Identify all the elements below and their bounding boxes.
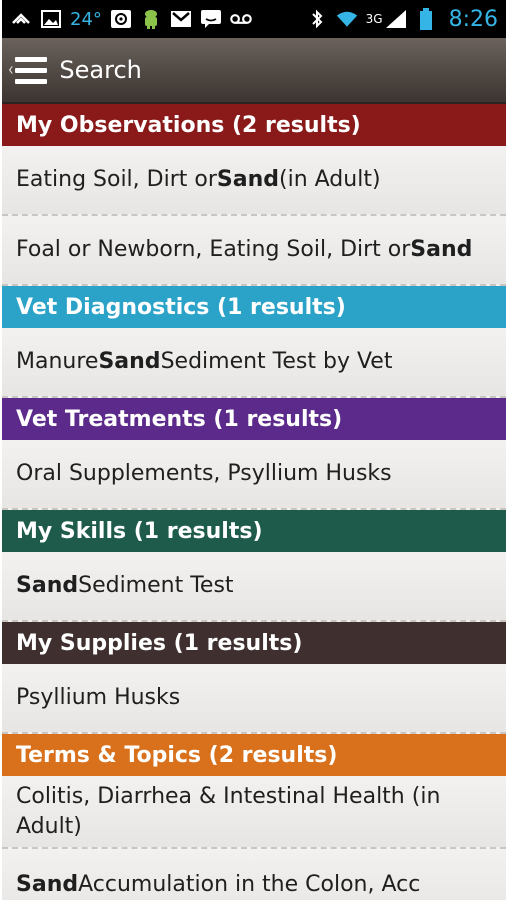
section-header: My Skills (1 results) [2, 510, 506, 552]
result-row[interactable]: Eating Soil, Dirt or Sand (in Adult) [2, 146, 506, 216]
device-screen: 24° 3G 8:26 ‹ Search My Observations (2 … [2, 0, 506, 900]
email-at-icon [110, 8, 132, 30]
result-row[interactable]: Psyllium Husks [2, 664, 506, 734]
highlight-text: Sand [16, 573, 79, 599]
voicemail-icon [230, 8, 252, 30]
wifi-icon [336, 8, 358, 30]
gmail-icon [170, 8, 192, 30]
highlight-text: Sand [216, 167, 279, 193]
result-text: Eating Soil, Dirt or [16, 167, 217, 193]
signal-icon [385, 8, 407, 30]
result-text: Colitis, Diarrhea & Intestinal Health (i… [16, 784, 441, 839]
result-text: Sediment Test by Vet [160, 349, 393, 375]
page-title: Search [59, 56, 142, 84]
highlight-text: Sand [410, 237, 473, 263]
result-text: Psyllium Husks [16, 685, 181, 711]
cast-icon [10, 8, 32, 30]
result-text: Accumulation in the Colon, Acc [78, 871, 421, 897]
result-row[interactable]: Oral Supplements, Psyllium Husks [2, 440, 506, 510]
battery-icon [415, 8, 437, 30]
clock-label: 8:26 [448, 6, 498, 32]
result-text: Oral Supplements, Psyllium Husks [16, 461, 392, 487]
section-header: Vet Diagnostics (1 results) [2, 286, 506, 328]
network-type-label: 3G [365, 12, 383, 26]
section-header: Terms & Topics (2 results) [2, 734, 506, 776]
highlight-text: Sand [98, 349, 161, 375]
result-text: Manure [16, 349, 99, 375]
hamburger-menu-icon [15, 56, 48, 84]
result-text: (in Adult) [279, 167, 381, 193]
status-bar: 24° 3G 8:26 [2, 0, 506, 38]
section-header: My Supplies (1 results) [2, 622, 506, 664]
action-bar: ‹ Search [2, 38, 506, 104]
highlight-text: Sand [16, 871, 79, 897]
result-row[interactable]: Foal or Newborn, Eating Soil, Dirt or Sa… [2, 216, 506, 286]
android-icon [140, 8, 162, 30]
result-row[interactable]: Sand Sediment Test [2, 552, 506, 622]
section-header: Vet Treatments (1 results) [2, 398, 506, 440]
section-header: My Observations (2 results) [2, 104, 506, 146]
result-row[interactable]: Colitis, Diarrhea & Intestinal Health (i… [2, 776, 506, 850]
bluetooth-icon [306, 8, 328, 30]
back-caret-icon: ‹ [8, 59, 14, 80]
result-text: Foal or Newborn, Eating Soil, Dirt or [16, 237, 411, 263]
result-text: Sediment Test [78, 573, 234, 599]
temperature-label: 24° [70, 8, 102, 30]
image-icon [40, 8, 62, 30]
result-row[interactable]: Manure Sand Sediment Test by Vet [2, 328, 506, 398]
result-row[interactable]: Sand Accumulation in the Colon, Acc [2, 849, 506, 900]
chat-icon [200, 8, 222, 30]
nav-drawer-button[interactable]: ‹ [2, 38, 48, 102]
search-results: My Observations (2 results) Eating Soil, … [2, 104, 506, 900]
